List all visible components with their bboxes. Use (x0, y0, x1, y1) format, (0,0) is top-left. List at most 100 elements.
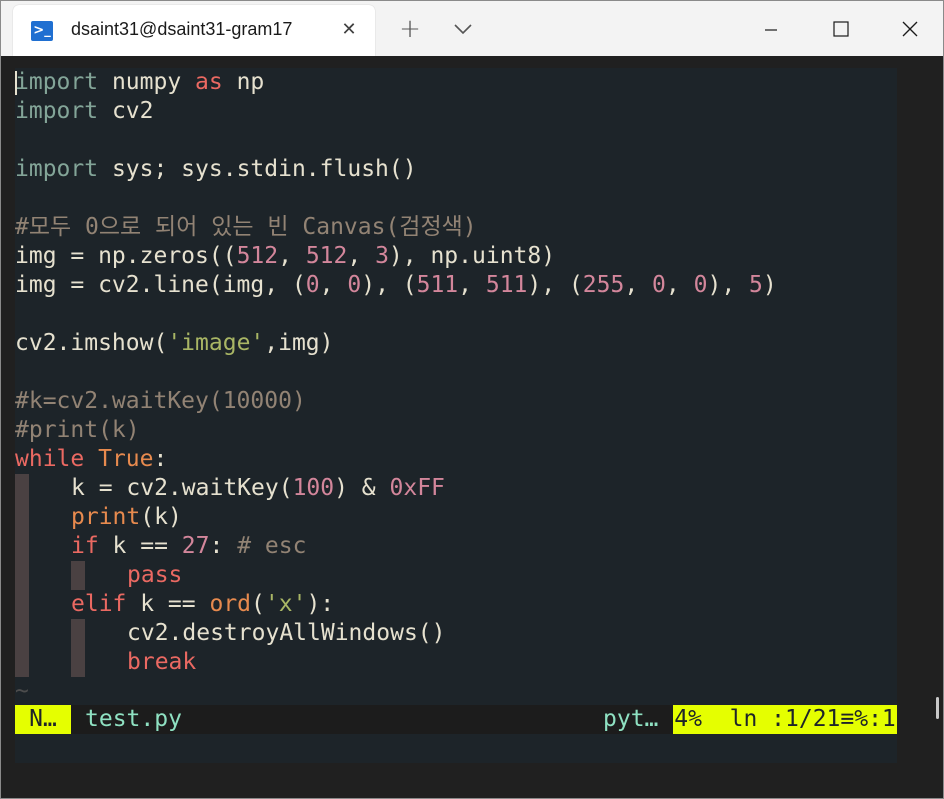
tab-active[interactable]: >_ dsaint31@dsaint31-gram17 ✕ (13, 5, 375, 56)
cursor-position: 4% ln :1/21≡%:1 (673, 705, 897, 734)
code-text: , (665, 272, 694, 298)
code-text: np (222, 69, 265, 95)
minimize-icon (765, 29, 777, 31)
terminal-area[interactable]: import numpy as np import cv2 import sys… (1, 56, 943, 798)
indent-guide (71, 561, 85, 590)
tab-dropdown-button[interactable] (451, 19, 475, 39)
keyword: True (98, 446, 154, 472)
code-line-6: #모두 0으로 되어 있는 빈 Canvas(검정색) (15, 213, 897, 242)
code-line-12: #k=cv2.waitKey(10000) (15, 387, 897, 416)
number: 512 (236, 243, 279, 269)
indent-guide (15, 503, 29, 532)
code-text: , (458, 272, 486, 298)
close-tab-button[interactable]: ✕ (337, 17, 361, 43)
code-text: ), np.uint8) (388, 243, 556, 269)
string: 'image' (167, 330, 265, 356)
indent-guide (15, 619, 29, 648)
code-line-16: print(k) (15, 503, 897, 532)
code-text: k = cv2.waitKey( (71, 475, 293, 501)
comment: #k=cv2.waitKey(10000) (15, 388, 306, 414)
code-text: ,img) (264, 330, 334, 356)
number: 0 (305, 272, 320, 298)
filetype-label: pyt… (603, 706, 659, 732)
keyword: break (127, 649, 197, 675)
code-text: k == (98, 533, 182, 559)
code-line-4: import sys; sys.stdin.flush() (15, 155, 897, 184)
title-bar: >_ dsaint31@dsaint31-gram17 ✕ + (1, 1, 943, 56)
number: 0 (693, 272, 708, 298)
vim-statusline: N… test.py pyt… 4% ln :1/21≡%:1 (15, 705, 897, 734)
code-text: (k) (140, 504, 182, 530)
keyword: pass (127, 562, 183, 588)
code-text: ): (306, 591, 335, 617)
close-icon (902, 21, 918, 37)
code-line-14: while True: (15, 445, 897, 474)
code-line-17: if k == 27: # esc (15, 532, 897, 561)
keyword: import (15, 69, 99, 95)
code-line-7: img = np.zeros((512, 512, 3), np.uint8) (15, 242, 897, 271)
code-text: numpy (98, 69, 196, 95)
code-buffer[interactable]: import numpy as np import cv2 import sys… (15, 68, 897, 706)
filename-label: test.py (85, 706, 182, 732)
code-text: ( (251, 591, 265, 617)
minimize-button[interactable] (753, 11, 789, 47)
empty-buffer-line: ~ (15, 677, 897, 706)
code-text: ) (762, 272, 777, 298)
code-text: cv2.imshow( (15, 330, 168, 356)
keyword: elif (71, 591, 127, 617)
code-text: img = cv2.line(img, ( (15, 272, 306, 298)
indent-guide (15, 590, 29, 619)
code-line-2: import cv2 (15, 97, 897, 126)
indent-guide (71, 619, 85, 648)
code-text: sys; sys.stdin.flush() (98, 156, 417, 182)
code-line-13: #print(k) (15, 416, 897, 445)
vim-command-line[interactable] (15, 734, 897, 763)
maximize-button[interactable] (823, 11, 859, 47)
close-window-button[interactable] (892, 11, 928, 47)
number: 0 (652, 272, 666, 298)
code-line-8: img = cv2.line(img, (0, 0), (511, 511), … (15, 271, 897, 300)
indent-guide (15, 648, 29, 677)
number: 5 (749, 272, 763, 298)
code-text: ) & (334, 475, 390, 501)
code-text: , (319, 272, 348, 298)
code-text: : (209, 533, 238, 559)
tilde-marker: ~ (15, 678, 29, 704)
comment: #모두 0으로 되어 있는 빈 Canvas(검정색) (15, 214, 477, 240)
comment: #print(k) (15, 417, 140, 443)
keyword: import (15, 98, 99, 124)
number: 511 (416, 272, 459, 298)
code-text: , (347, 243, 376, 269)
vim-editor[interactable]: import numpy as np import cv2 import sys… (15, 68, 897, 763)
new-tab-button[interactable]: + (397, 15, 423, 43)
chevron-down-icon (454, 24, 472, 35)
number: 3 (375, 243, 389, 269)
builtin-function: ord (209, 591, 252, 617)
scrollbar[interactable] (936, 697, 939, 719)
number: 512 (305, 243, 348, 269)
number: 255 (582, 272, 625, 298)
code-line-15: k = cv2.waitKey(100) & 0xFF (15, 474, 897, 503)
indent-guide (15, 561, 29, 590)
number: 511 (485, 272, 528, 298)
code-line-18: pass (15, 561, 897, 590)
code-text: k == (126, 591, 210, 617)
code-text: : (153, 446, 168, 472)
code-text: cv2.destroyAllWindows() (127, 620, 446, 646)
comment: # esc (237, 533, 307, 559)
keyword: while (15, 446, 85, 472)
code-line-19: elif k == ord('x'): (15, 590, 897, 619)
number: 0 (347, 272, 362, 298)
